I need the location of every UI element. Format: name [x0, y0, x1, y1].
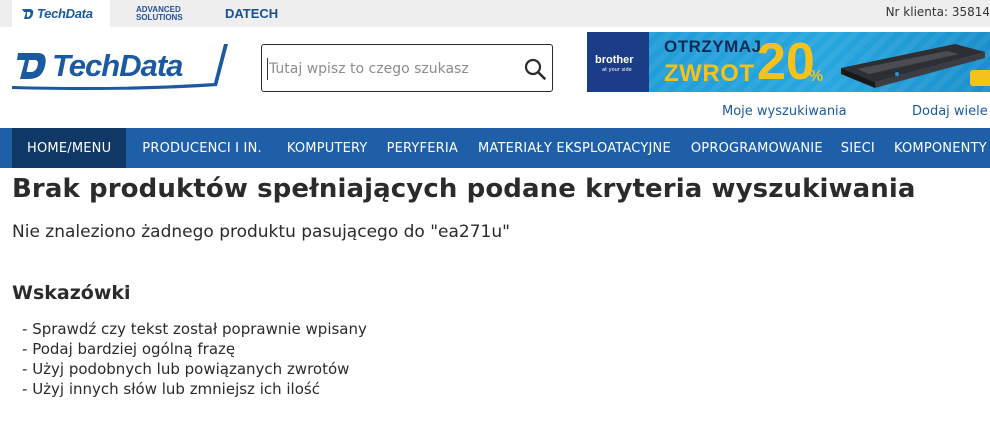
nav-components[interactable]: KOMPONENTY [894, 128, 987, 168]
no-results-message: Nie znaleziono żadnego produktu pasujące… [12, 222, 510, 242]
tip-item: Sprawdź czy tekst został poprawnie wpisa… [22, 319, 367, 339]
brother-logo: brother at your side [587, 32, 649, 92]
client-number: Nr klienta: 35814 [885, 5, 990, 19]
search-input[interactable] [267, 58, 517, 80]
printer-icon [841, 44, 985, 88]
page-title: Brak produktów spełniających podane kryt… [12, 174, 916, 204]
saved-searches-link[interactable]: Moje wyszukiwania [722, 104, 847, 119]
brand-tab-advanced-solutions[interactable]: ADVANCED SOLUTIONS [136, 0, 183, 27]
logo-swoosh-icon [12, 44, 228, 90]
add-many-link[interactable]: Dodaj wiele [912, 104, 988, 119]
banner-line1: OTRZYMAJ [664, 37, 762, 56]
banner-percent-sign: % [809, 68, 824, 85]
techdata-logo[interactable]: TechData [12, 42, 228, 92]
banner-percent: 20 [757, 33, 815, 91]
promo-banner[interactable]: brother at your side OTRZYMAJ ZWROT 20 % [587, 32, 990, 92]
nav-software[interactable]: OPROGRAMOWANIE [691, 128, 823, 168]
brand-switcher-bar: TechData ADVANCED SOLUTIONS DATECH Nr kl… [0, 0, 990, 27]
magnifier-icon[interactable] [524, 58, 546, 80]
nav-peripherals[interactable]: PERYFERIA [387, 128, 458, 168]
brand-tab-techdata[interactable]: TechData [12, 0, 110, 27]
nav-producers[interactable]: PRODUCENCI I IN. [142, 128, 262, 168]
brand-advanced-line2: SOLUTIONS [136, 12, 183, 22]
nav-consumables[interactable]: MATERIAŁY EKSPLOATACYJNE [478, 128, 671, 168]
banner-line2: ZWROT [664, 60, 755, 87]
tips-heading: Wskazówki [12, 282, 131, 304]
tip-item: Użyj podobnych lub powiązanych zwrotów [22, 359, 367, 379]
nav-home-menu[interactable]: HOME/MENU [12, 128, 127, 168]
main-nav: HOME/MENU PRODUCENCI I IN. KOMPUTERY PER… [0, 128, 990, 168]
tips-list: Sprawdź czy tekst został poprawnie wpisa… [22, 319, 367, 399]
nav-networks[interactable]: SIECI [841, 128, 875, 168]
brother-tagline: at your side [602, 67, 632, 73]
techdata-d-icon [22, 8, 34, 19]
tip-item: Podaj bardziej ogólną frazę [22, 339, 367, 359]
brand-tab-datech[interactable]: DATECH [225, 0, 278, 27]
brand-tab-techdata-label: TechData [37, 6, 93, 21]
banner-cta [970, 70, 990, 86]
brother-brand: brother [595, 54, 634, 66]
search-box [261, 44, 553, 92]
tip-item: Użyj innych słów lub zmniejsz ich ilość [22, 379, 367, 399]
nav-computers[interactable]: KOMPUTERY [287, 128, 368, 168]
